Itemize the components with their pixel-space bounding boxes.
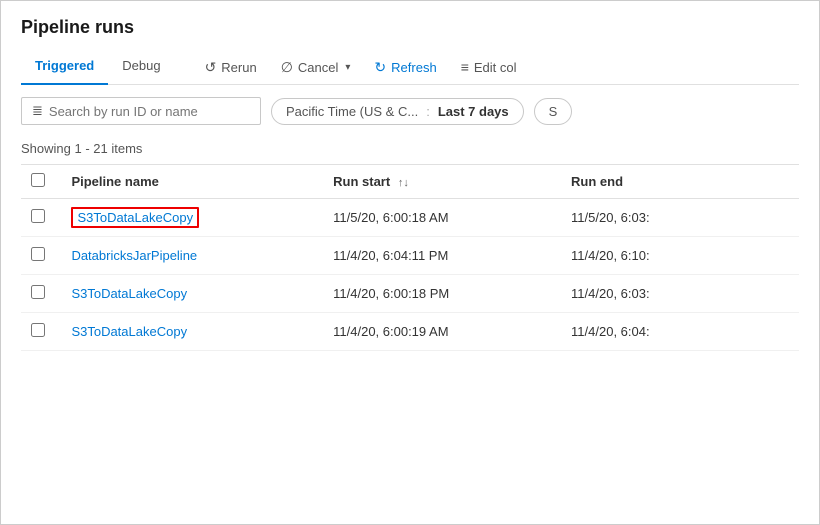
extra-filter-button[interactable]: S: [534, 98, 573, 125]
table-header-row: Pipeline name Run start ↑↓ Run end: [21, 165, 799, 199]
pipeline-runs-table: Pipeline name Run start ↑↓ Run end S3ToD…: [21, 164, 799, 351]
row-checkbox[interactable]: [31, 209, 45, 223]
run-start-cell: 11/4/20, 6:04:11 PM: [323, 237, 561, 275]
separator: :: [426, 104, 430, 119]
row-checkbox-cell: [21, 275, 61, 313]
pipeline-name-cell: S3ToDataLakeCopy: [61, 313, 323, 351]
row-checkbox[interactable]: [31, 247, 45, 261]
table-row: S3ToDataLakeCopy 11/4/20, 6:00:18 PM11/4/…: [21, 275, 799, 313]
refresh-button[interactable]: ↻ Refresh: [364, 53, 446, 82]
row-checkbox-cell: [21, 313, 61, 351]
row-checkbox-cell: [21, 237, 61, 275]
cancel-button[interactable]: ∅ Cancel ▾: [271, 53, 361, 82]
table-row: S3ToDataLakeCopy 11/4/20, 6:00:19 AM11/4/…: [21, 313, 799, 351]
search-input[interactable]: [49, 104, 250, 119]
row-checkbox-cell: [21, 199, 61, 237]
edit-columns-button[interactable]: ≡ Edit col: [451, 53, 527, 81]
table-row: S3ToDataLakeCopy 11/5/20, 6:00:18 AM11/5/…: [21, 199, 799, 237]
run-end-cell: 11/5/20, 6:03:: [561, 199, 799, 237]
col-pipeline-name: Pipeline name: [61, 165, 323, 199]
pipeline-name-link[interactable]: S3ToDataLakeCopy: [71, 207, 199, 228]
pipeline-name-link[interactable]: DatabricksJarPipeline: [71, 248, 197, 263]
col-run-start[interactable]: Run start ↑↓: [323, 165, 561, 199]
showing-count: Showing 1 - 21 items: [1, 137, 819, 164]
cancel-dropdown-icon: ▾: [345, 62, 350, 73]
select-all-header: [21, 165, 61, 199]
pipeline-name-link[interactable]: S3ToDataLakeCopy: [71, 324, 187, 339]
run-end-cell: 11/4/20, 6:03:: [561, 275, 799, 313]
pipeline-runs-table-container: Pipeline name Run start ↑↓ Run end S3ToD…: [1, 164, 819, 351]
run-start-cell: 11/5/20, 6:00:18 AM: [323, 199, 561, 237]
toolbar: Triggered Debug ↺ Rerun ∅ Cancel ▾ ↻ Ref…: [21, 50, 799, 85]
filters-row: ≣ Pacific Time (US & C... : Last 7 days …: [1, 85, 819, 137]
page-title: Pipeline runs: [21, 17, 799, 38]
select-all-checkbox[interactable]: [31, 173, 45, 187]
row-checkbox[interactable]: [31, 285, 45, 299]
search-box[interactable]: ≣: [21, 97, 261, 125]
run-start-cell: 11/4/20, 6:00:18 PM: [323, 275, 561, 313]
rerun-icon: ↺: [205, 59, 217, 76]
table-body: S3ToDataLakeCopy 11/5/20, 6:00:18 AM11/5/…: [21, 199, 799, 351]
pipeline-runs-window: Pipeline runs Triggered Debug ↺ Rerun ∅ …: [0, 0, 820, 525]
toolbar-actions: ↺ Rerun ∅ Cancel ▾ ↻ Refresh ≡ Edit col: [195, 53, 527, 82]
run-end-cell: 11/4/20, 6:04:: [561, 313, 799, 351]
pipeline-name-cell: DatabricksJarPipeline: [61, 237, 323, 275]
filter-icon: ≣: [32, 103, 43, 119]
cancel-icon: ∅: [281, 59, 293, 76]
run-start-cell: 11/4/20, 6:00:19 AM: [323, 313, 561, 351]
refresh-icon: ↻: [374, 59, 386, 76]
tab-triggered[interactable]: Triggered: [21, 50, 108, 85]
columns-icon: ≡: [461, 59, 469, 75]
header: Pipeline runs Triggered Debug ↺ Rerun ∅ …: [1, 1, 819, 85]
pipeline-name-link[interactable]: S3ToDataLakeCopy: [71, 286, 187, 301]
run-end-cell: 11/4/20, 6:10:: [561, 237, 799, 275]
pipeline-name-cell: S3ToDataLakeCopy: [61, 275, 323, 313]
time-filter[interactable]: Pacific Time (US & C... : Last 7 days: [271, 98, 524, 125]
sort-icon: ↑↓: [398, 177, 409, 189]
col-run-end: Run end: [561, 165, 799, 199]
row-checkbox[interactable]: [31, 323, 45, 337]
tab-debug[interactable]: Debug: [108, 50, 174, 85]
pipeline-name-cell: S3ToDataLakeCopy: [61, 199, 323, 237]
rerun-button[interactable]: ↺ Rerun: [195, 53, 267, 82]
table-row: DatabricksJarPipeline 11/4/20, 6:04:11 PM…: [21, 237, 799, 275]
